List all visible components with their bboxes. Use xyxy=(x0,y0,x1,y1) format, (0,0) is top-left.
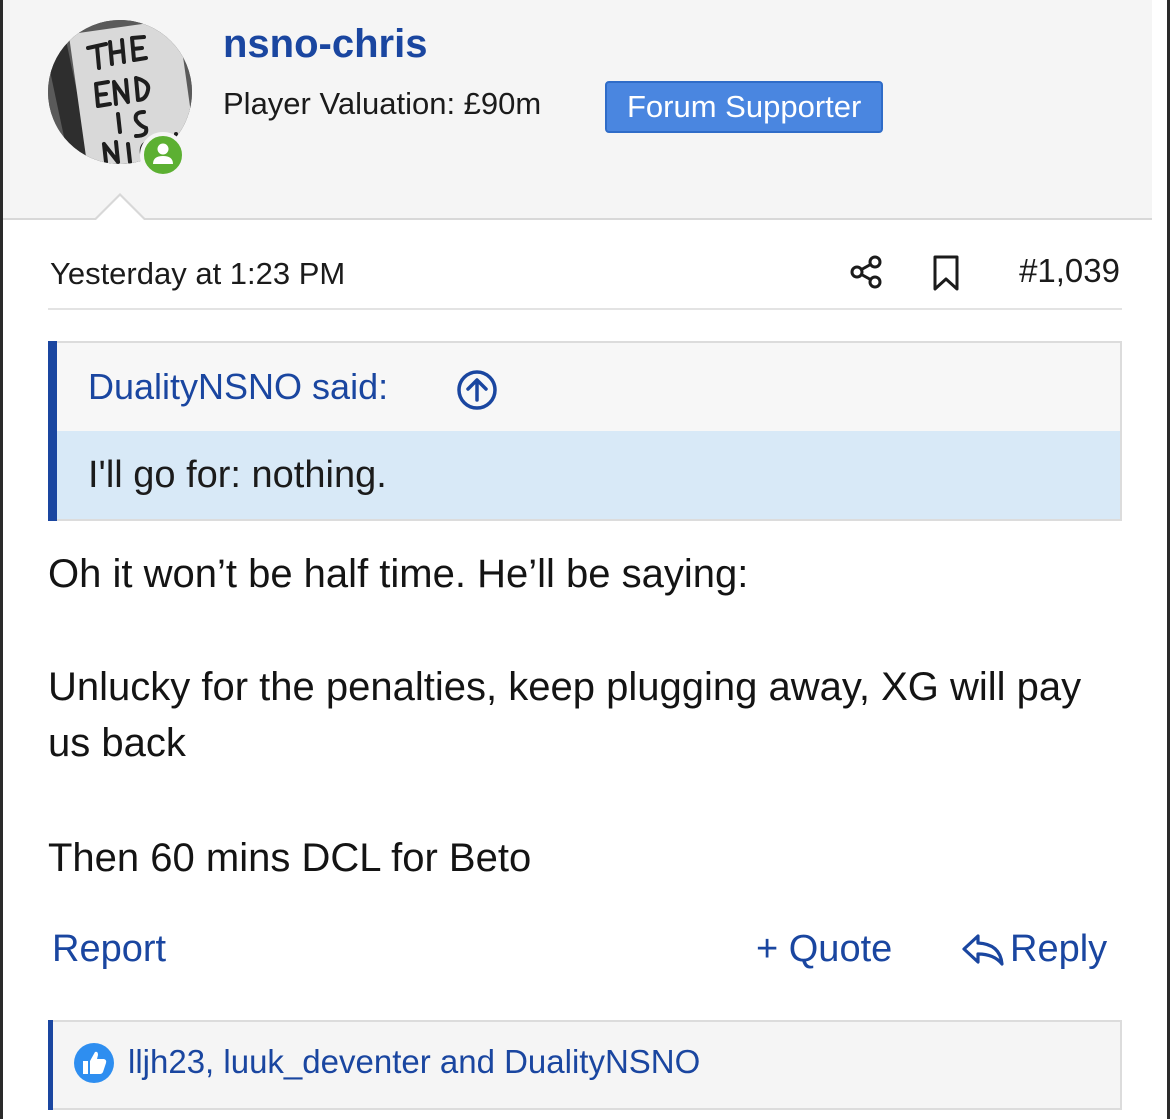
report-link[interactable]: Report xyxy=(52,928,166,971)
reactions-accent-bar xyxy=(48,1020,53,1110)
reactions-list[interactable]: lljh23, luuk_deventer and DualityNSNO xyxy=(128,1043,700,1081)
post-paragraph: Oh it won’t be half time. He’ll be sayin… xyxy=(48,552,749,596)
player-valuation: Player Valuation: £90m xyxy=(223,86,542,121)
quote-accent-bar xyxy=(48,341,57,521)
post-meta: Yesterday at 1:23 PM #1,039 xyxy=(48,250,1122,310)
like-icon[interactable] xyxy=(73,1042,115,1084)
share-icon[interactable] xyxy=(848,254,884,290)
forum-supporter-badge: Forum Supporter xyxy=(605,81,884,133)
post-paragraph: Unlucky for the penalties, keep plugging… xyxy=(48,665,1082,765)
post-timestamp[interactable]: Yesterday at 1:23 PM xyxy=(50,256,345,292)
online-status-badge xyxy=(140,132,186,178)
post-actions: Report + Quote Reply xyxy=(48,924,1122,984)
bookmark-icon[interactable] xyxy=(930,254,962,292)
arrow-up-circle-icon[interactable] xyxy=(455,368,499,412)
quote-text: I'll go for: nothing. xyxy=(88,454,387,496)
reply-arrow-icon xyxy=(962,933,1004,966)
quote-button[interactable]: + Quote xyxy=(756,928,892,971)
post-paragraph: Then 60 mins DCL for Beto xyxy=(48,836,532,880)
quote-author-link[interactable]: DualityNSNO said: xyxy=(88,366,388,408)
user-icon xyxy=(153,143,173,164)
reply-button[interactable]: Reply xyxy=(960,928,1107,971)
username[interactable]: nsno-chris xyxy=(223,22,427,67)
post-number[interactable]: #1,039 xyxy=(1019,252,1120,290)
reply-label: Reply xyxy=(1010,928,1108,970)
